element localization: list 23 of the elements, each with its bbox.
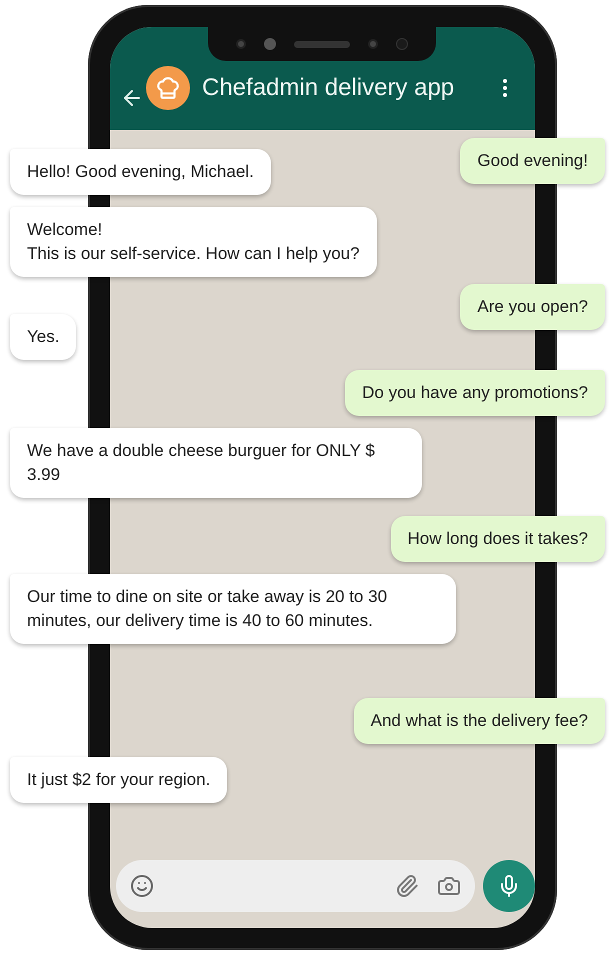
message-bubble: Do you have any promotions? [345, 370, 605, 416]
camera-icon [236, 39, 246, 49]
message-bubble: Hello! Good evening, Michael. [10, 149, 271, 195]
message-bubble: Our time to dine on site or take away is 20 to 30 minutes, our delivery time is 40 to 60 minutes. [10, 574, 456, 644]
paperclip-icon[interactable] [395, 874, 419, 898]
chef-hat-icon [155, 75, 181, 101]
message-bubble: Welcome! This is our self-service. How can I help you? [10, 207, 377, 277]
message-bubble: Are you open? [460, 284, 605, 330]
emoji-icon[interactable] [130, 874, 154, 898]
message-bubble: And what is the delivery fee? [354, 698, 605, 744]
message-bubble: How long does it takes? [390, 516, 605, 562]
chat-title: Chefadmin delivery app [202, 73, 454, 103]
microphone-button[interactable] [483, 860, 535, 912]
camera-icon[interactable] [437, 874, 461, 898]
message-bubble: Good evening! [460, 138, 605, 184]
message-input-bar[interactable] [116, 860, 475, 912]
sensor-icon [264, 38, 276, 50]
speaker-icon [294, 40, 350, 48]
sensor-icon [396, 38, 408, 50]
message-bubble: Yes. [10, 314, 76, 360]
message-bubble: It just $2 for your region. [10, 757, 228, 803]
camera-icon [368, 39, 378, 49]
message-bubble: We have a double cheese burguer for ONLY $ 3.99 [10, 428, 422, 498]
